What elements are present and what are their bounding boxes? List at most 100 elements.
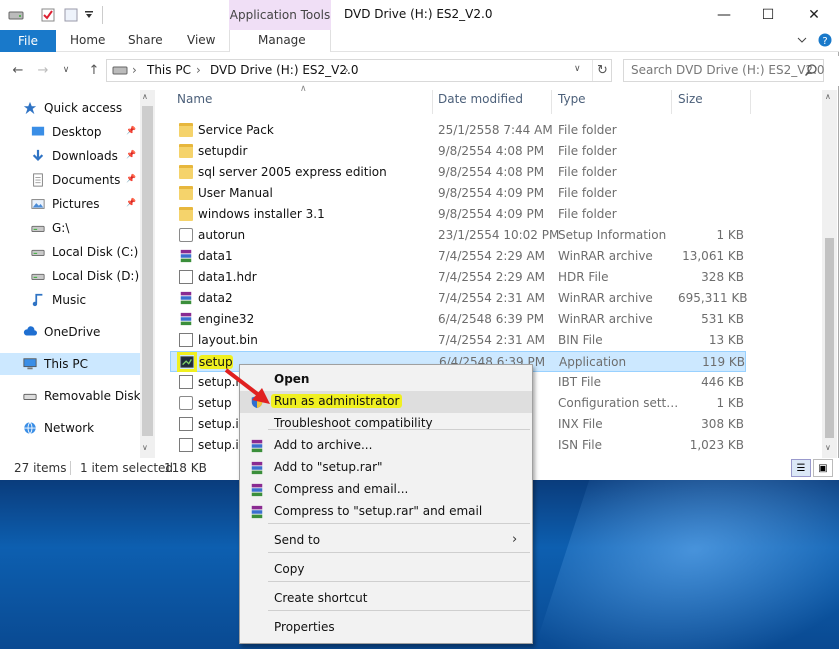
selection-size: 118 KB: [164, 461, 207, 475]
maximize-button[interactable]: ☐: [745, 0, 791, 30]
recent-locations-icon[interactable]: ∨: [58, 62, 74, 78]
table-row[interactable]: autorun 23/1/2554 10:02 PM Setup Informati…: [170, 225, 746, 246]
file-tab[interactable]: File: [0, 30, 56, 52]
sidebar-item[interactable]: Local Disk (D:): [0, 265, 140, 287]
menu-item[interactable]: Add to "setup.rar": [240, 457, 532, 479]
breadcrumb-dvd-drive[interactable]: DVD Drive (H:) ES2_V2.0: [210, 63, 358, 77]
large-icons-view-icon[interactable]: ▣: [813, 459, 833, 477]
menu-item-label: Properties: [274, 620, 335, 634]
chevron-down-icon[interactable]: [84, 10, 94, 20]
menu-item[interactable]: Compress to "setup.rar" and email: [240, 501, 532, 523]
file-type: Application: [559, 355, 627, 369]
settings-file-icon: [179, 396, 193, 410]
table-row[interactable]: Service Pack 25/1/2558 7:44 AM File folder: [170, 120, 746, 141]
address-dropdown-icon[interactable]: ∨: [574, 64, 581, 74]
menu-item[interactable]: Troubleshoot compatibility: [240, 413, 532, 435]
file-type: Configuration sett…: [558, 396, 679, 410]
sidebar-item[interactable]: Music: [0, 289, 140, 311]
setup-app-icon: [177, 352, 197, 372]
sidebar-item[interactable]: Removable Disk (E: [0, 385, 140, 407]
search-icon[interactable]: [804, 63, 818, 77]
close-button[interactable]: ✕: [791, 0, 837, 30]
tab-view[interactable]: View: [187, 33, 215, 47]
menu-item-label: Add to archive...: [274, 438, 373, 452]
sidebar-item[interactable]: G:\: [0, 217, 140, 239]
menu-item[interactable]: Properties: [240, 617, 532, 639]
menu-item-label: Open: [274, 372, 310, 386]
menu-item[interactable]: Create shortcut: [240, 588, 532, 610]
table-row[interactable]: data2 7/4/2554 2:31 AM WinRAR archive 695,3…: [170, 288, 748, 309]
file-list-scrollbar-thumb[interactable]: [825, 238, 834, 438]
scroll-up-icon[interactable]: ∧: [142, 92, 148, 101]
menu-separator: [268, 523, 530, 524]
column-divider[interactable]: [671, 90, 672, 114]
red-arrow-annotation: [224, 368, 270, 404]
sidebar-item-label: Pictures: [52, 197, 100, 211]
sidebar-item[interactable]: Documents: [0, 169, 140, 191]
pin-icon[interactable]: 📌: [126, 150, 136, 159]
menu-separator: [268, 552, 530, 553]
table-row[interactable]: data1.hdr 7/4/2554 2:29 AM HDR File 328 KB: [170, 267, 746, 288]
column-divider[interactable]: [750, 90, 751, 114]
file-type: File folder: [558, 165, 617, 179]
winrar-icon: [250, 461, 264, 475]
column-header-name[interactable]: Name: [177, 92, 212, 106]
properties-icon[interactable]: [40, 7, 56, 23]
menu-item[interactable]: Send to ›: [240, 530, 532, 552]
column-header-size[interactable]: Size: [678, 92, 703, 106]
pin-icon[interactable]: 📌: [126, 126, 136, 135]
up-arrow-icon[interactable]: ↑: [86, 62, 102, 78]
breadcrumb-this-pc[interactable]: This PC: [147, 63, 191, 77]
menu-item[interactable]: Compress and email...: [240, 479, 532, 501]
back-arrow-icon[interactable]: ←: [10, 62, 26, 78]
sidebar-item[interactable]: Network: [0, 417, 140, 439]
item-count: 27 items: [14, 461, 67, 475]
network-icon: [22, 421, 38, 435]
scroll-down-icon[interactable]: ∨: [142, 443, 148, 452]
chevron-down-icon[interactable]: [797, 35, 807, 45]
minimize-button[interactable]: —: [701, 0, 747, 30]
table-row[interactable]: data1 7/4/2554 2:29 AM WinRAR archive 13,06…: [170, 246, 746, 267]
svg-text:?: ?: [822, 36, 827, 47]
sidebar-item[interactable]: Desktop: [0, 121, 140, 143]
file-icon: [179, 333, 193, 347]
scroll-down-icon[interactable]: ∨: [825, 443, 831, 452]
settings-file-icon: [179, 228, 193, 242]
table-row[interactable]: layout.bin 7/4/2554 2:31 AM BIN File 13 KB: [170, 330, 746, 351]
column-header-type[interactable]: Type: [558, 92, 586, 106]
menu-item[interactable]: Copy: [240, 559, 532, 581]
winrar-icon: [250, 483, 264, 497]
help-icon[interactable]: ?: [818, 33, 832, 47]
column-header-date[interactable]: Date modified: [438, 92, 523, 106]
table-row[interactable]: User Manual 9/8/2554 4:09 PM File folder: [170, 183, 746, 204]
tab-manage[interactable]: Manage: [258, 33, 306, 47]
forward-arrow-icon[interactable]: →: [35, 62, 51, 78]
file-type: BIN File: [558, 333, 603, 347]
table-row[interactable]: setupdir 9/8/2554 4:08 PM File folder: [170, 141, 746, 162]
menu-item[interactable]: Add to archive...: [240, 435, 532, 457]
sidebar-item-label: Desktop: [52, 125, 102, 139]
new-folder-icon[interactable]: [63, 7, 79, 23]
details-view-icon[interactable]: ☰: [791, 459, 811, 477]
pin-icon[interactable]: 📌: [126, 198, 136, 207]
scroll-up-icon[interactable]: ∧: [825, 92, 831, 101]
table-row[interactable]: sql server 2005 express edition 9/8/2554 …: [170, 162, 746, 183]
sidebar-item[interactable]: Downloads: [0, 145, 140, 167]
table-row[interactable]: engine32 6/4/2548 6:39 PM WinRAR archive 53…: [170, 309, 746, 330]
tab-share[interactable]: Share: [128, 33, 163, 47]
table-row[interactable]: windows installer 3.1 9/8/2554 4:09 PM Fil…: [170, 204, 746, 225]
column-divider[interactable]: [551, 90, 552, 114]
column-divider[interactable]: [432, 90, 433, 114]
sidebar-item[interactable]: Pictures: [0, 193, 140, 215]
sidebar-item[interactable]: OneDrive: [0, 321, 140, 343]
refresh-icon[interactable]: ↻: [592, 60, 612, 81]
sidebar-item[interactable]: Quick access: [0, 97, 140, 119]
tab-home[interactable]: Home: [70, 33, 105, 47]
nav-scrollbar-thumb[interactable]: [142, 106, 153, 436]
pin-icon[interactable]: 📌: [126, 174, 136, 183]
menu-item[interactable]: Open: [240, 369, 532, 391]
sidebar-item[interactable]: Local Disk (C:): [0, 241, 140, 263]
menu-item[interactable]: Run as administrator: [240, 391, 532, 413]
sidebar-item[interactable]: This PC: [0, 353, 140, 375]
breadcrumb-separator: ›: [132, 63, 137, 77]
